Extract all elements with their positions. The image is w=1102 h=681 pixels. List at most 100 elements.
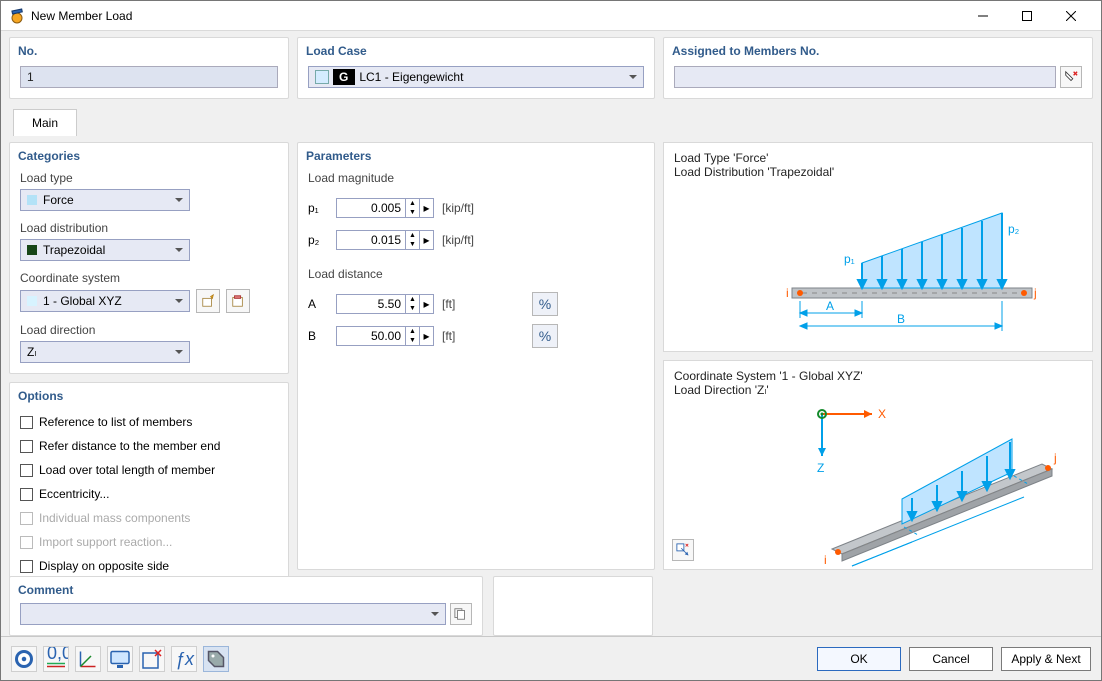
B-label: B [308,329,328,343]
chk-import-supp-label: Import support reaction... [39,535,172,549]
coord-label: Coordinate system [20,271,278,285]
diagram-settings-button[interactable] [672,539,694,561]
diagram-trapezoidal-icon: i j [752,173,1072,343]
B-spinner[interactable]: ▲▼ [406,326,420,346]
svg-text:p₂: p₂ [1008,222,1020,236]
chk-disp-opp[interactable] [20,560,33,573]
coord-select[interactable]: 1 - Global XYZ [20,290,190,312]
load-type-select[interactable]: Force [20,189,190,211]
loadcase-select[interactable]: G LC1 - Eigengewicht [308,66,644,88]
p1-spinner[interactable]: ▲▼ [406,198,420,218]
svg-text:Z: Z [817,461,824,475]
load-dir-select[interactable]: Zₗ [20,341,190,363]
pick-members-button[interactable] [1060,66,1082,88]
comment-library-button[interactable] [450,603,472,625]
chk-ecc-label: Eccentricity... [39,487,109,501]
maximize-button[interactable] [1005,2,1049,30]
chk-load-total-label: Load over total length of member [39,463,215,477]
diagram-coordsys-icon: X Z [762,379,1082,570]
comment-input[interactable] [20,603,446,625]
p1-input[interactable] [336,198,406,218]
p2-unit: [kip/ft] [442,233,486,247]
p2-spinner[interactable]: ▲▼ [406,230,420,250]
chk-indiv-mass [20,512,33,525]
A-spinner[interactable]: ▲▼ [406,294,420,314]
load-mag-label: Load magnitude [308,171,644,185]
coord-chip [27,296,37,306]
options-title: Options [10,383,288,407]
ok-button[interactable]: OK [817,647,901,671]
close-button[interactable] [1049,2,1093,30]
B-more[interactable]: ▸ [420,326,434,346]
no-input[interactable] [20,66,278,88]
chk-indiv-mass-label: Individual mass components [39,511,190,525]
cancel-button[interactable]: Cancel [909,647,993,671]
chk-ref-end-label: Refer distance to the member end [39,439,220,453]
chk-ref-list[interactable] [20,416,33,429]
load-dist-select[interactable]: Trapezoidal [20,239,190,261]
B-unit: [ft] [442,329,486,343]
tb-clear-button[interactable] [139,646,165,672]
svg-text:0,00: 0,00 [47,647,68,663]
load-dist-value: Trapezoidal [43,243,105,257]
tab-main[interactable]: Main [13,109,77,136]
load-dist-plabel: Load distance [308,267,644,281]
p2-input[interactable] [336,230,406,250]
p1-more[interactable]: ▸ [420,198,434,218]
p1-label: p₁ [308,201,328,215]
svg-text:j: j [1033,286,1037,300]
load-dist-chip [27,245,37,255]
loadcase-badge: G [333,69,355,85]
A-percent-button[interactable]: % [532,292,558,316]
svg-text:ƒx: ƒx [175,649,195,669]
assigned-input[interactable] [674,66,1056,88]
A-input[interactable] [336,294,406,314]
A-unit: [ft] [442,297,486,311]
loadcase-value: LC1 - Eigengewicht [359,70,463,84]
p2-more[interactable]: ▸ [420,230,434,250]
loadcase-label: Load Case [298,38,654,62]
B-percent-button[interactable]: % [532,324,558,348]
chk-import-supp [20,536,33,549]
load-dist-label: Load distribution [20,221,278,235]
p1-unit: [kip/ft] [442,201,486,215]
chk-ecc[interactable] [20,488,33,501]
chk-ref-list-label: Reference to list of members [39,415,192,429]
A-label: A [308,297,328,311]
svg-text:i: i [824,553,827,567]
no-label: No. [10,38,288,62]
chk-load-total[interactable] [20,464,33,477]
svg-text:j: j [1053,451,1057,465]
tb-display-button[interactable] [107,646,133,672]
load-dir-label: Load direction [20,323,278,337]
load-type-label: Load type [20,171,278,185]
svg-text:X: X [878,407,886,421]
svg-text:A: A [826,299,834,313]
tb-tag-button[interactable] [203,646,229,672]
loadcase-color-chip [315,70,329,84]
chk-ref-end[interactable] [20,440,33,453]
A-more[interactable]: ▸ [420,294,434,314]
chk-disp-opp-label: Display on opposite side [39,559,169,573]
B-input[interactable] [336,326,406,346]
categories-title: Categories [10,143,288,167]
tb-help-button[interactable] [11,646,37,672]
comment-title: Comment [10,577,482,601]
edit-coord-system-button[interactable] [226,289,250,313]
load-dir-value: Zₗ [27,345,36,359]
svg-text:p₁: p₁ [844,252,855,266]
p2-label: p₂ [308,233,328,247]
svg-text:i: i [786,286,789,300]
app-icon [9,8,25,24]
load-type-chip [27,195,37,205]
new-coord-system-button[interactable] [196,289,220,313]
apply-next-button[interactable]: Apply & Next [1001,647,1091,671]
tb-fx-button[interactable]: ƒx [171,646,197,672]
tb-units-button[interactable]: 0,00 [43,646,69,672]
load-type-value: Force [43,193,74,207]
diagram-top-line1: Load Type 'Force' [674,151,1082,165]
coord-value: 1 - Global XYZ [43,294,122,308]
minimize-button[interactable] [961,2,1005,30]
assigned-label: Assigned to Members No. [664,38,1092,62]
tb-axes-button[interactable] [75,646,101,672]
